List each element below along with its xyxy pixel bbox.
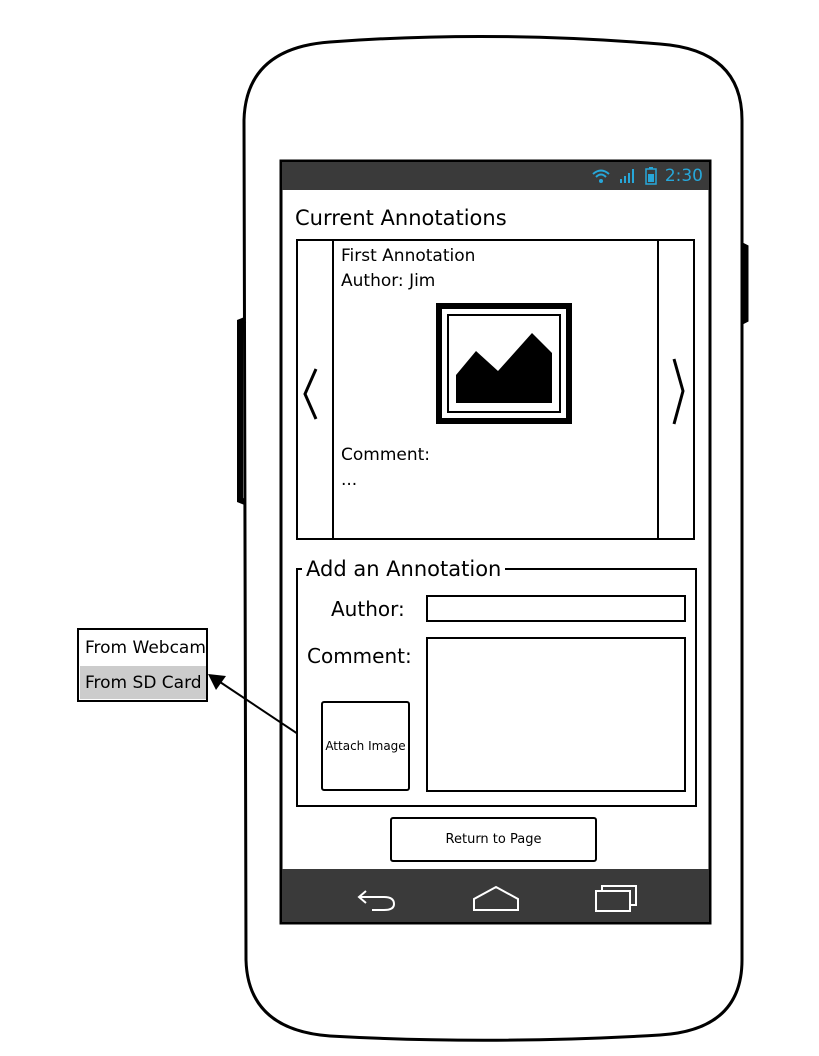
connector-arrowhead bbox=[208, 674, 226, 690]
author-input[interactable] bbox=[426, 595, 686, 622]
annotation-author: Author: Jim bbox=[341, 271, 436, 291]
battery-icon bbox=[645, 167, 657, 185]
comment-textarea[interactable] bbox=[426, 637, 686, 792]
recent-apps-button[interactable] bbox=[586, 877, 646, 913]
carousel-prev-button[interactable] bbox=[296, 239, 334, 540]
home-icon bbox=[473, 885, 519, 911]
return-to-page-label: Return to Page bbox=[445, 832, 542, 847]
menu-item-from-webcam[interactable]: From Webcam bbox=[80, 631, 206, 664]
attach-image-label: Attach Image bbox=[325, 739, 406, 753]
status-bar: 2:30 bbox=[282, 162, 709, 190]
return-to-page-button[interactable]: Return to Page bbox=[390, 817, 597, 862]
back-button[interactable] bbox=[348, 877, 408, 913]
image-placeholder-icon bbox=[436, 303, 572, 424]
recent-apps-icon bbox=[595, 885, 637, 912]
author-label: Author: bbox=[331, 597, 405, 621]
status-time: 2:30 bbox=[664, 166, 703, 186]
current-annotations-heading: Current Annotations bbox=[295, 206, 507, 230]
home-button[interactable] bbox=[466, 877, 526, 913]
carousel-next-button[interactable] bbox=[657, 239, 695, 540]
annotation-title: First Annotation bbox=[341, 246, 476, 266]
menu-item-from-sd-card[interactable]: From SD Card bbox=[80, 666, 206, 699]
status-icons: 2:30 bbox=[591, 162, 703, 190]
annotation-comment-label: Comment: bbox=[341, 445, 431, 465]
wifi-icon bbox=[592, 169, 610, 183]
signal-icon bbox=[619, 169, 634, 183]
comment-label: Comment: bbox=[307, 644, 412, 668]
add-annotation-heading: Add an Annotation bbox=[302, 557, 506, 581]
chevron-right-icon bbox=[672, 358, 685, 425]
annotation-comment-text: ... bbox=[341, 470, 358, 490]
chevron-left-icon bbox=[303, 368, 318, 420]
back-icon bbox=[357, 890, 396, 911]
nav-bar bbox=[282, 869, 709, 922]
attach-image-button[interactable]: Attach Image bbox=[321, 701, 410, 791]
